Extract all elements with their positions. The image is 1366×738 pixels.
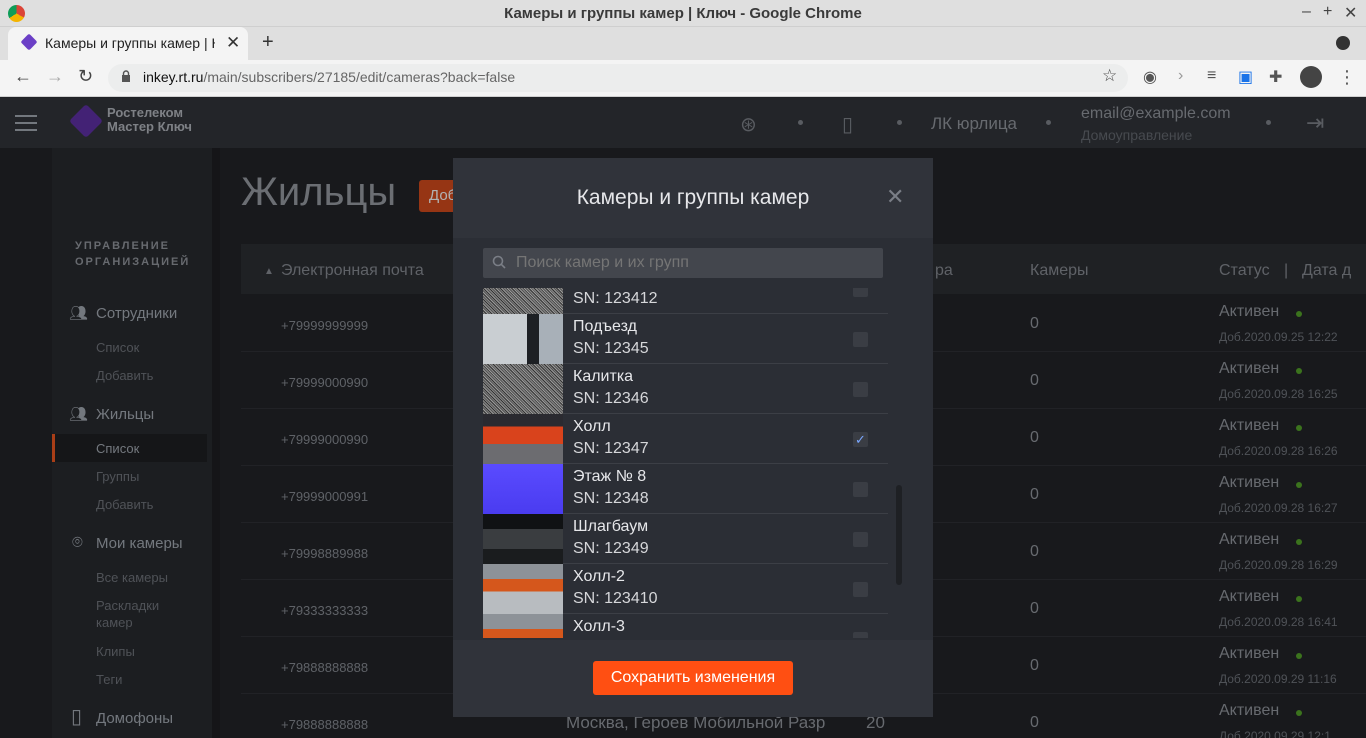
camera-checkbox[interactable]: [853, 332, 868, 347]
camera-checkbox[interactable]: [853, 632, 868, 638]
extension-arrow-icon[interactable]: ›: [1178, 67, 1183, 85]
search-icon: [492, 255, 506, 269]
bookmark-star-icon[interactable]: ☆: [1102, 66, 1117, 86]
tab-search-icon[interactable]: [1336, 36, 1350, 50]
camera-serial: SN: 12346: [573, 390, 649, 407]
chrome-menu-icon[interactable]: ⋮: [1338, 67, 1356, 88]
camera-list-item[interactable]: Холл-2 SN: 123410: [483, 564, 888, 614]
camera-checkbox-checked[interactable]: ✓: [853, 432, 868, 447]
camera-checkbox[interactable]: [853, 582, 868, 597]
browser-tab[interactable]: Камеры и группы камер | Ключ ✕: [8, 27, 248, 60]
camera-name: Шлагбаум: [573, 518, 649, 535]
profile-avatar[interactable]: [1300, 66, 1322, 88]
camera-checkbox[interactable]: [853, 382, 868, 397]
camera-thumbnail: [483, 414, 563, 464]
url-text[interactable]: inkey.rt.ru/main/subscribers/27185/edit/…: [143, 69, 515, 85]
camera-serial: SN: 123412: [573, 290, 658, 307]
camera-thumbnail: [483, 564, 563, 614]
close-window-icon[interactable]: ✕: [1344, 3, 1357, 23]
camera-list-item[interactable]: Подъезд SN: 12345: [483, 314, 888, 364]
camera-name: Холл-2: [573, 568, 625, 585]
camera-list-item[interactable]: Холл-3: [483, 614, 888, 638]
modal-title: Камеры и группы камер: [576, 186, 810, 209]
camera-serial: SN: 12348: [573, 490, 649, 507]
camera-name: Подъезд: [573, 318, 637, 335]
camera-checkbox[interactable]: [853, 482, 868, 497]
url-host: inkey.rt.ru: [143, 69, 204, 85]
close-tab-icon[interactable]: ✕: [226, 33, 240, 53]
save-changes-button[interactable]: Сохранить изменения: [593, 661, 793, 695]
camera-thumbnail: [483, 514, 563, 564]
camera-thumbnail: [483, 314, 563, 364]
translate-extension-icon[interactable]: ▣: [1238, 67, 1253, 87]
camera-list-item[interactable]: SN: 123412: [483, 288, 888, 314]
tab-title: Камеры и группы камер | Ключ: [45, 35, 215, 51]
camera-checkbox[interactable]: [853, 288, 868, 297]
camera-thumbnail: [483, 364, 563, 414]
camera-list-scrollbar[interactable]: [896, 485, 902, 585]
camera-serial: SN: 123410: [573, 590, 658, 607]
camera-name: Этаж № 8: [573, 468, 647, 485]
camera-list-item[interactable]: Холл SN: 12347 ✓: [483, 414, 888, 464]
new-tab-icon[interactable]: +: [262, 31, 274, 54]
camera-thumbnail: [483, 288, 563, 314]
camera-thumbnail: [483, 614, 563, 638]
camera-name: Холл-3: [573, 618, 625, 635]
camera-thumbnail: [483, 464, 563, 514]
camera-search-input[interactable]: [516, 254, 876, 272]
camera-name: Холл: [573, 418, 611, 435]
camera-serial: SN: 12349: [573, 540, 649, 557]
reading-list-icon[interactable]: ≡: [1207, 67, 1216, 85]
maximize-icon[interactable]: +: [1323, 3, 1332, 21]
site-favicon-icon: [20, 33, 38, 51]
puzzle-icon[interactable]: ✚: [1269, 67, 1282, 87]
close-icon[interactable]: ✕: [886, 184, 904, 210]
window-title: Камеры и группы камер | Ключ - Google Ch…: [504, 5, 862, 22]
camera-checkbox[interactable]: [853, 532, 868, 547]
lock-icon[interactable]: [121, 70, 131, 82]
back-icon[interactable]: ←: [14, 66, 32, 87]
reload-icon[interactable]: ↻: [78, 66, 93, 87]
camera-list[interactable]: SN: 123412 Подъезд SN: 12345 Калитка SN: 123…: [483, 288, 903, 638]
camera-list-item[interactable]: Этаж № 8 SN: 12348: [483, 464, 888, 514]
forward-icon[interactable]: →: [46, 66, 64, 87]
camera-name: Калитка: [573, 368, 634, 385]
camera-list-item[interactable]: Шлагбаум SN: 12349: [483, 514, 888, 564]
camera-serial: SN: 12347: [573, 440, 649, 457]
camera-serial: SN: 12345: [573, 340, 649, 357]
url-path: /main/subscribers/27185/edit/cameras?bac…: [203, 69, 516, 85]
extension-icon[interactable]: ◉: [1143, 67, 1157, 87]
camera-list-item[interactable]: Калитка SN: 12346: [483, 364, 888, 414]
minimize-icon[interactable]: –: [1302, 3, 1311, 21]
